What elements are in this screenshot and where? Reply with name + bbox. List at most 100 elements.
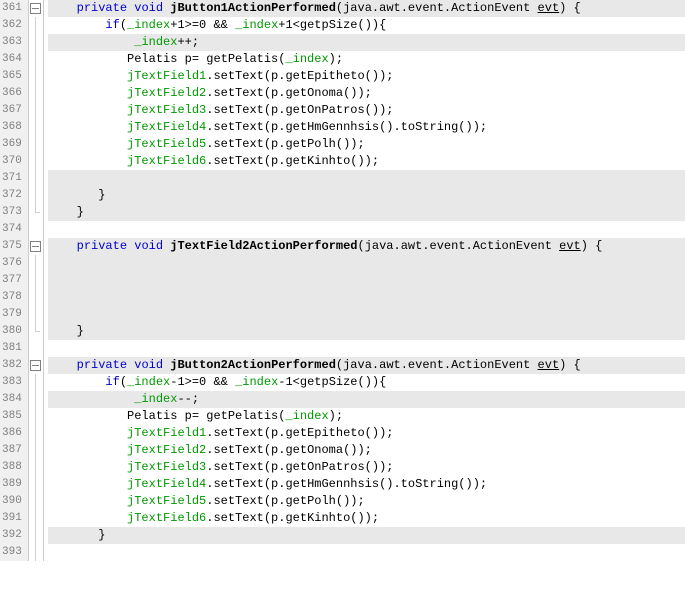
code-line[interactable]: jTextField6.setText(p.getKinhto()); [48, 153, 685, 170]
code-line[interactable]: if(_index-1>=0 && _index-1<getpSize()){ [48, 374, 685, 391]
token-normal: .setText(p.getPolh()); [206, 137, 364, 151]
fold-cell [29, 306, 43, 323]
token-kw: if [105, 18, 119, 32]
token-normal: --; [177, 392, 199, 406]
code-line[interactable]: } [48, 323, 685, 340]
line-number-gutter: 3613623633643653663673683693703713723733… [0, 0, 29, 561]
line-number: 383 [2, 374, 26, 391]
code-line[interactable]: private void jButton1ActionPerformed(jav… [48, 0, 685, 17]
token-normal: .setText(p.getKinhto()); [206, 154, 379, 168]
fold-cell [29, 442, 43, 459]
code-line[interactable]: jTextField6.setText(p.getKinhto()); [48, 510, 685, 527]
code-line[interactable] [48, 289, 685, 306]
token-normal: (java.awt.event.ActionEvent [358, 239, 560, 253]
token-kw: if [105, 375, 119, 389]
line-number: 375 [2, 238, 26, 255]
token-normal: .setText(p.getOnPatros()); [206, 103, 393, 117]
fold-toggle-icon[interactable] [30, 241, 41, 252]
token-normal: } [48, 188, 106, 202]
line-number: 376 [2, 255, 26, 272]
line-number: 384 [2, 391, 26, 408]
token-normal: .setText(p.getEpitheto()); [206, 426, 393, 440]
fold-cell [29, 459, 43, 476]
fold-cell [29, 204, 43, 221]
code-line[interactable]: jTextField3.setText(p.getOnPatros()); [48, 102, 685, 119]
code-line[interactable]: jTextField5.setText(p.getPolh()); [48, 493, 685, 510]
token-normal [48, 120, 127, 134]
token-field: jTextField2 [127, 443, 206, 457]
fold-toggle-icon[interactable] [30, 3, 41, 14]
token-field: _index [134, 392, 177, 406]
code-line[interactable]: jTextField2.setText(p.getOnoma()); [48, 442, 685, 459]
code-line[interactable]: jTextField4.setText(p.getHmGennhsis().to… [48, 476, 685, 493]
code-line[interactable]: jTextField2.setText(p.getOnoma()); [48, 85, 685, 102]
code-line[interactable] [48, 170, 685, 187]
token-normal: .setText(p.getOnPatros()); [206, 460, 393, 474]
code-line[interactable] [48, 544, 685, 561]
token-normal: (java.awt.event.ActionEvent [336, 358, 538, 372]
code-line[interactable]: jTextField1.setText(p.getEpitheto()); [48, 425, 685, 442]
line-number: 364 [2, 51, 26, 68]
fold-cell [29, 476, 43, 493]
code-line[interactable]: if(_index+1>=0 && _index+1<getpSize()){ [48, 17, 685, 34]
fold-cell [29, 357, 43, 374]
fold-cell [29, 119, 43, 136]
token-param: evt [538, 1, 560, 15]
code-line[interactable] [48, 272, 685, 289]
code-line[interactable]: } [48, 187, 685, 204]
fold-cell [29, 102, 43, 119]
line-number: 380 [2, 323, 26, 340]
code-line[interactable]: jTextField1.setText(p.getEpitheto()); [48, 68, 685, 85]
code-line[interactable]: jTextField4.setText(p.getHmGennhsis().to… [48, 119, 685, 136]
code-line[interactable]: _index++; [48, 34, 685, 51]
fold-cell [29, 221, 43, 238]
code-line[interactable]: jTextField3.setText(p.getOnPatros()); [48, 459, 685, 476]
fold-cell [29, 340, 43, 357]
token-normal: -1>=0 && [170, 375, 235, 389]
token-normal [48, 511, 127, 525]
token-normal [48, 392, 134, 406]
fold-cell [29, 544, 43, 561]
fold-cell [29, 0, 43, 17]
fold-cell [29, 391, 43, 408]
token-normal [48, 426, 127, 440]
token-normal: -1<getpSize()){ [278, 375, 386, 389]
code-line[interactable]: Pelatis p= getPelatis(_index); [48, 408, 685, 425]
line-number: 386 [2, 425, 26, 442]
token-method: jButton2ActionPerformed [170, 358, 336, 372]
token-normal: .setText(p.getOnoma()); [206, 443, 372, 457]
code-line[interactable]: jTextField5.setText(p.getPolh()); [48, 136, 685, 153]
code-line[interactable]: private void jTextField2ActionPerformed(… [48, 238, 685, 255]
token-field: jTextField3 [127, 103, 206, 117]
code-line[interactable] [48, 306, 685, 323]
fold-cell [29, 51, 43, 68]
code-line[interactable]: } [48, 204, 685, 221]
token-field: _index [134, 35, 177, 49]
fold-cell [29, 85, 43, 102]
token-normal [48, 1, 77, 15]
line-number: 371 [2, 170, 26, 187]
token-param: evt [559, 239, 581, 253]
code-line[interactable] [48, 340, 685, 357]
fold-cell [29, 493, 43, 510]
fold-cell [29, 153, 43, 170]
code-line[interactable] [48, 255, 685, 272]
token-normal [48, 375, 106, 389]
token-normal: ) { [559, 358, 581, 372]
token-method: jButton1ActionPerformed [170, 1, 336, 15]
code-editor[interactable]: 3613623633643653663673683693703713723733… [0, 0, 685, 561]
token-normal [48, 477, 127, 491]
fold-cell [29, 17, 43, 34]
code-area[interactable]: private void jButton1ActionPerformed(jav… [44, 0, 685, 561]
token-kw: private [77, 358, 127, 372]
token-field: jTextField4 [127, 477, 206, 491]
code-line[interactable]: _index--; [48, 391, 685, 408]
line-number: 369 [2, 136, 26, 153]
code-line[interactable]: Pelatis p= getPelatis(_index); [48, 51, 685, 68]
fold-toggle-icon[interactable] [30, 360, 41, 371]
code-line[interactable] [48, 221, 685, 238]
fold-cell [29, 289, 43, 306]
code-line[interactable]: } [48, 527, 685, 544]
code-line[interactable]: private void jButton2ActionPerformed(jav… [48, 357, 685, 374]
token-normal: +1<getpSize()){ [278, 18, 386, 32]
